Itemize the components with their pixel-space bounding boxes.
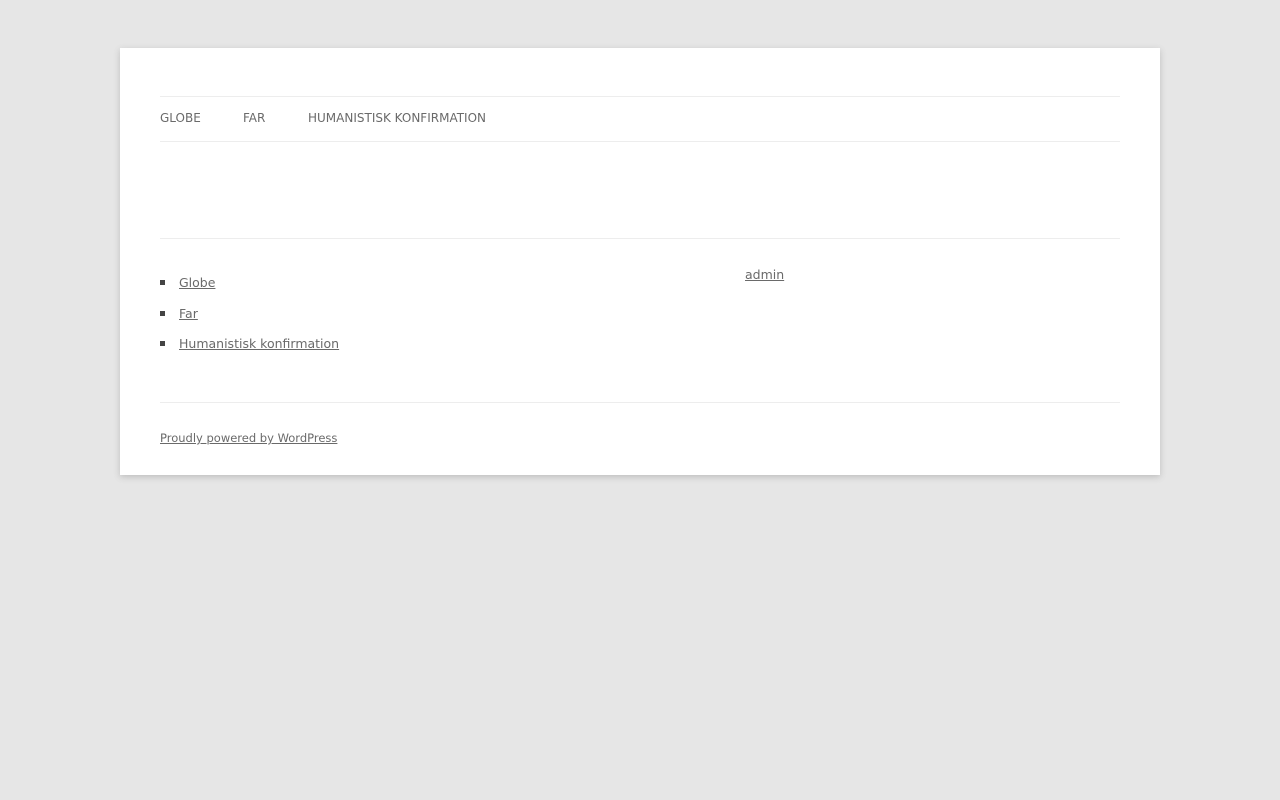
bullet-square-icon [160,341,165,346]
main-navigation: GLOBE FAR HUMANISTISK KONFIRMATION [160,96,1120,142]
content-divider [160,238,1120,239]
admin-link[interactable]: admin [745,265,784,285]
list-item: Humanistisk konfirmation [160,333,339,364]
wordpress-credit-link[interactable]: Proudly powered by WordPress [160,429,337,447]
list-item: Far [160,303,339,334]
site-page: GLOBE FAR HUMANISTISK KONFIRMATION Globe… [120,48,1160,475]
page-link-globe[interactable]: Globe [179,275,215,290]
footer-divider [160,402,1120,403]
list-item: Globe [160,272,339,303]
nav-item-globe[interactable]: GLOBE [160,110,201,126]
page-link-humanistisk-konfirmation[interactable]: Humanistisk konfirmation [179,336,339,351]
pages-widget-list: Globe Far Humanistisk konfirmation [160,272,339,364]
bullet-square-icon [160,280,165,285]
nav-item-humanistisk-konfirmation[interactable]: HUMANISTISK KONFIRMATION [308,110,486,126]
nav-item-far[interactable]: FAR [243,110,265,126]
bullet-square-icon [160,310,165,316]
page-link-far[interactable]: Far [179,306,198,321]
